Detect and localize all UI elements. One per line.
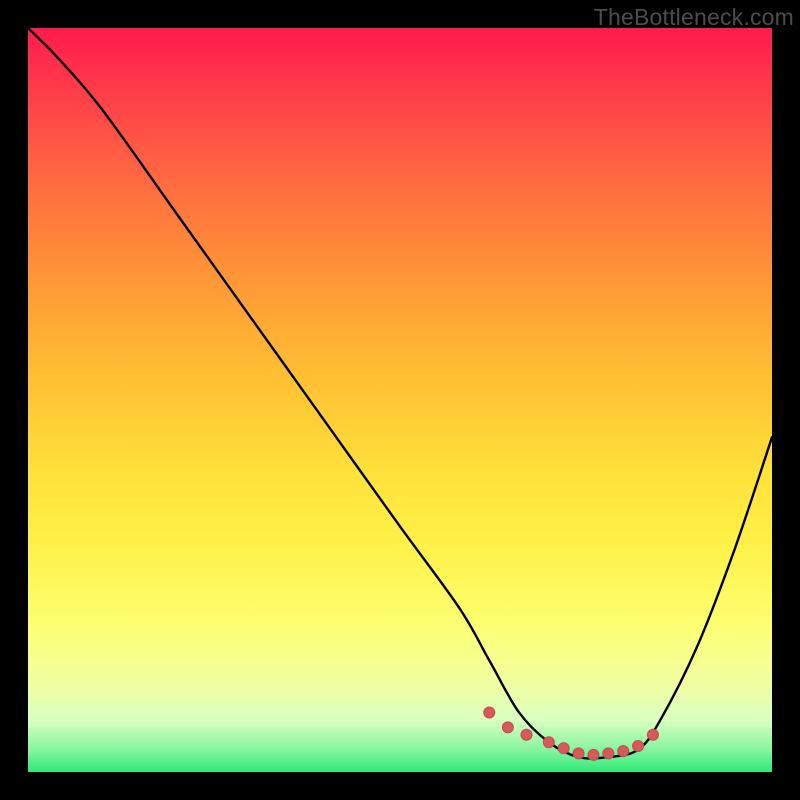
watermark-text: TheBottleneck.com — [594, 4, 794, 31]
flat-bottom-marker — [502, 722, 513, 733]
bottleneck-curve — [28, 28, 772, 759]
flat-bottom-marker — [618, 746, 629, 757]
flat-bottom-marker — [558, 743, 569, 754]
flat-bottom-marker — [573, 748, 584, 759]
chart-frame — [28, 28, 772, 772]
chart-svg — [28, 28, 772, 772]
flat-bottom-marker — [543, 737, 554, 748]
flat-bottom-marker — [647, 729, 658, 740]
flat-bottom-marker — [603, 748, 614, 759]
flat-bottom-marker — [588, 749, 599, 760]
flat-bottom-marker — [521, 729, 532, 740]
flat-bottom-marker — [484, 707, 495, 718]
flat-bottom-marker — [633, 740, 644, 751]
